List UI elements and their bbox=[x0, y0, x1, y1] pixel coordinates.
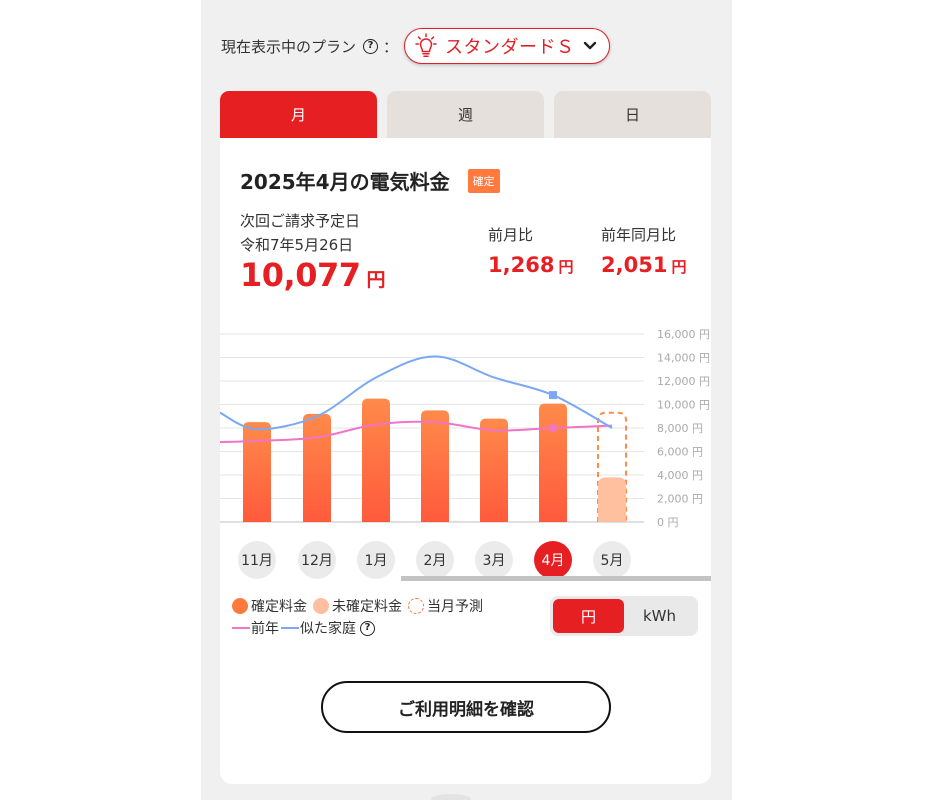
billing-amount: 10,077 円 bbox=[240, 256, 386, 294]
forecast-legend-swatch bbox=[408, 598, 424, 614]
y-tick-label: 16,000 円 bbox=[657, 328, 710, 341]
title-row: 2025年4月の電気料金 確定 bbox=[240, 166, 500, 195]
unit-kwh-button[interactable]: kWh bbox=[624, 599, 695, 633]
period-tabs: 月 週 日 bbox=[220, 91, 711, 138]
tab-week[interactable]: 週 bbox=[387, 91, 544, 138]
month-button[interactable]: 5月 bbox=[593, 541, 631, 579]
chevron-down-icon bbox=[583, 41, 596, 50]
bar-confirmed bbox=[539, 403, 567, 522]
mom-unit: 円 bbox=[558, 258, 574, 276]
bar-confirmed bbox=[362, 398, 390, 522]
month-button[interactable]: 2月 bbox=[416, 541, 454, 579]
lightbulb-icon bbox=[415, 33, 437, 57]
bar-unconfirmed bbox=[598, 477, 626, 522]
help-icon[interactable]: ? bbox=[360, 620, 375, 636]
yoy-label: 前年同月比 bbox=[601, 226, 677, 244]
mom-value: 1,268 bbox=[488, 253, 555, 277]
plan-label: 現在表示中のプラン bbox=[221, 37, 357, 56]
month-button[interactable]: 3月 bbox=[475, 541, 513, 579]
y-tick-label: 0 円 bbox=[657, 516, 679, 529]
prev-year-marker bbox=[549, 424, 557, 432]
amount-unit: 円 bbox=[366, 269, 386, 291]
chart-scrollbar[interactable] bbox=[401, 576, 711, 581]
year-over-year: 前年同月比 2,051 円 bbox=[601, 224, 686, 277]
amount-value: 10,077 bbox=[240, 256, 361, 294]
status-badge: 確定 bbox=[467, 168, 500, 193]
legend-similar: 似た家庭 bbox=[300, 621, 356, 637]
current-plan-name: スタンダードＳ bbox=[445, 37, 575, 58]
chart-legend: 確定料金 未確定料金 当月予測 前年 似た家庭 ? bbox=[232, 595, 532, 639]
yoy-unit: 円 bbox=[671, 258, 687, 276]
month-button[interactable]: 11月 bbox=[238, 541, 276, 579]
y-tick-label: 10,000 円 bbox=[657, 399, 710, 412]
billing-card: 2025年4月の電気料金 確定 次回ご請求予定日 令和7年5月26日 10,07… bbox=[220, 138, 711, 784]
y-tick-label: 6,000 円 bbox=[657, 446, 703, 459]
billing-page: 現在表示中のプラン ? ： スタンダードＳ 月 週 日 2025年4月の電気料金 bbox=[201, 0, 732, 800]
confirmed-legend-swatch bbox=[232, 598, 248, 614]
y-tick-label: 12,000 円 bbox=[657, 375, 710, 388]
view-details-button[interactable]: ご利用明細を確認 bbox=[321, 681, 611, 733]
month-button[interactable]: 1月 bbox=[357, 541, 395, 579]
unconfirmed-legend-swatch bbox=[313, 598, 329, 614]
month-over-month: 前月比 1,268 円 bbox=[488, 224, 573, 277]
legend-forecast: 当月予測 bbox=[427, 599, 483, 615]
month-selector: 11月 12月 1月 2月 3月 4月 5月 bbox=[220, 541, 711, 581]
similar-marker bbox=[549, 391, 557, 400]
next-billing-date: 令和7年5月26日 bbox=[240, 236, 354, 254]
scroll-hint bbox=[431, 794, 471, 800]
next-billing-label: 次回ご請求予定日 bbox=[240, 212, 361, 230]
unit-toggle: 円 kWh bbox=[550, 596, 698, 636]
month-button[interactable]: 12月 bbox=[298, 541, 336, 579]
legend-confirmed: 確定料金 bbox=[251, 599, 307, 615]
legend-unconfirmed: 未確定料金 bbox=[332, 599, 402, 615]
yoy-value: 2,051 bbox=[601, 253, 668, 277]
plan-row: 現在表示中のプラン ? ： スタンダードＳ bbox=[221, 28, 610, 64]
bar-confirmed bbox=[243, 422, 271, 522]
y-tick-label: 8,000 円 bbox=[657, 422, 703, 435]
plan-select[interactable]: スタンダードＳ bbox=[404, 28, 610, 64]
billing-chart: 16,000 円 14,000 円 12,000 円 10,000 円 8,000 円 6… bbox=[220, 328, 710, 529]
prev-year-legend-line bbox=[232, 627, 250, 629]
y-tick-label: 2,000 円 bbox=[657, 493, 703, 506]
plan-colon: ： bbox=[383, 37, 399, 56]
month-button[interactable]: 4月 bbox=[534, 541, 572, 579]
tab-day[interactable]: 日 bbox=[554, 91, 711, 138]
page-title: 2025年4月の電気料金 bbox=[240, 170, 450, 194]
mom-label: 前月比 bbox=[488, 226, 534, 244]
unit-yen-button[interactable]: 円 bbox=[553, 599, 624, 633]
bar-confirmed bbox=[303, 413, 331, 522]
tab-month[interactable]: 月 bbox=[220, 91, 377, 138]
y-tick-label: 14,000 円 bbox=[657, 352, 710, 365]
similar-legend-line bbox=[281, 627, 299, 629]
legend-prev-year: 前年 bbox=[251, 621, 279, 637]
help-icon[interactable]: ? bbox=[363, 38, 379, 54]
bar-confirmed bbox=[480, 418, 508, 522]
y-tick-label: 4,000 円 bbox=[657, 469, 703, 482]
bar-confirmed bbox=[421, 410, 449, 522]
